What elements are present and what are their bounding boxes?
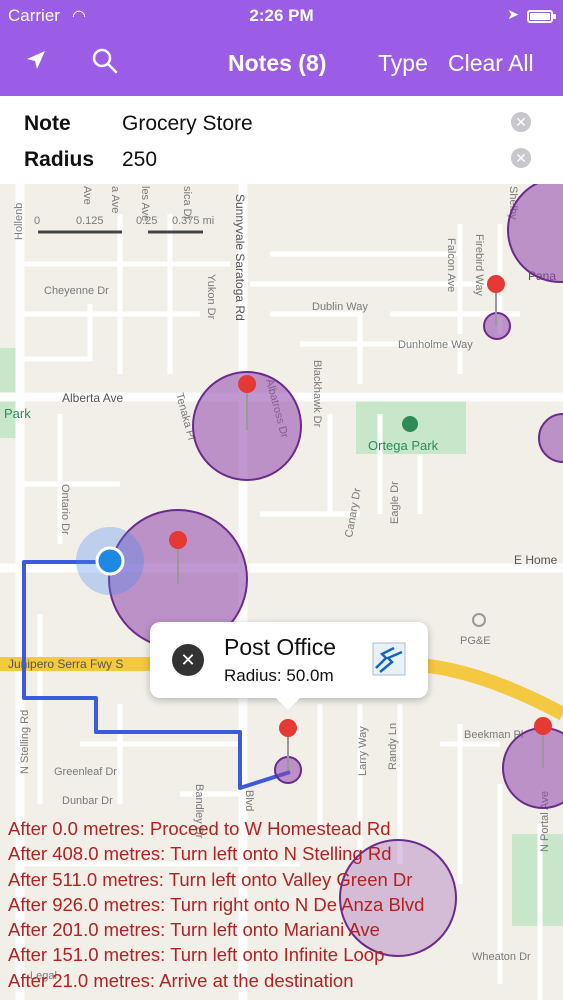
type-button[interactable]: Type — [378, 50, 428, 77]
radius-label: Radius — [24, 148, 95, 171]
street-label: Blackhawk Dr — [311, 360, 323, 428]
street-label: Cheyenne Dr — [44, 285, 109, 297]
geofence-circle[interactable] — [538, 413, 563, 463]
street-label: Firebird Way — [473, 234, 485, 296]
radius-row: Radius ✕ — [0, 140, 563, 178]
street-label: Greenleaf Dr — [54, 766, 117, 778]
callout-subtitle: Radius: 50.0m — [224, 666, 334, 685]
map-view[interactable]: 0 0.125 0.25 0.375 mi Hollenb Cheyenne D… — [0, 184, 563, 1000]
street-label: E Home — [514, 553, 558, 567]
street-label: Hollenb — [13, 203, 25, 240]
clear-all-button[interactable]: Clear All — [448, 50, 534, 77]
location-arrow-icon: ➤ — [507, 6, 519, 22]
street-label: Dunholme Way — [398, 339, 473, 351]
directions-button[interactable] — [372, 642, 406, 676]
direction-step: After 408.0 metres: Turn left onto N Ste… — [8, 843, 392, 865]
street-label: Ave — [81, 186, 93, 205]
note-form: Note ✕ Radius ✕ — [0, 96, 563, 184]
top-bar: Carrier ◠ 2:26 PM ➤ Notes (8) Type Clear… — [0, 0, 563, 96]
note-row: Note ✕ — [0, 104, 563, 142]
direction-step: After 201.0 metres: Turn left onto Maria… — [8, 919, 380, 941]
remove-note-button[interactable]: ✕ — [172, 644, 204, 676]
street-label: Yukon Dr — [205, 274, 217, 320]
park-label: Ortega Park — [368, 438, 439, 453]
poi-icon — [472, 613, 486, 627]
street-label: Larry Way — [357, 726, 369, 776]
close-icon: ✕ — [515, 114, 527, 130]
navigation-bar: Notes (8) Type Clear All — [0, 32, 563, 96]
directions-list: After 0.0 metres: Proceed to W Homestead… — [8, 816, 548, 993]
direction-step: After 21.0 metres: Arrive at the destina… — [8, 969, 354, 991]
street-label: Eagle Dr — [389, 481, 401, 524]
status-time: 2:26 PM — [249, 6, 314, 25]
clear-radius-button[interactable]: ✕ — [511, 148, 531, 168]
park-icon — [402, 416, 418, 432]
park-label: Park — [4, 406, 31, 421]
street-label: Ontario Dr — [59, 484, 71, 535]
street-label: PG&E — [460, 635, 491, 647]
note-input[interactable] — [122, 110, 482, 138]
battery-icon — [527, 10, 556, 23]
direction-step: After 0.0 metres: Proceed to W Homestead… — [8, 818, 391, 839]
radius-input[interactable] — [122, 146, 482, 174]
street-label: a Ave — [109, 186, 121, 213]
street-label: Blvd — [243, 790, 255, 811]
street-label: sica Dr — [181, 186, 193, 221]
pin-callout[interactable]: ✕ Post Office Radius: 50.0m — [150, 622, 428, 710]
street-label: Falcon Ave — [445, 238, 457, 292]
street-label: Randy Ln — [387, 723, 399, 770]
direction-step: After 926.0 metres: Turn right onto N De… — [8, 893, 425, 915]
current-location-icon — [76, 527, 144, 595]
callout-title: Post Office — [224, 634, 337, 660]
direction-step: After 511.0 metres: Turn left onto Valle… — [8, 868, 413, 890]
nav-title: Notes (8) — [228, 50, 327, 76]
street-label: Dublin Way — [312, 301, 368, 313]
close-icon: ✕ — [180, 650, 196, 670]
directions-icon — [372, 642, 406, 676]
locate-me-button[interactable] — [24, 48, 48, 78]
search-icon — [92, 48, 118, 74]
street-label: Alberta Ave — [62, 391, 123, 405]
close-icon: ✕ — [515, 150, 527, 166]
location-arrow-icon — [27, 51, 45, 69]
street-label: Sunnyvale Saratoga Rd — [233, 194, 247, 321]
street-label: Dunbar Dr — [62, 795, 113, 807]
search-button[interactable] — [90, 46, 120, 82]
clear-note-button[interactable]: ✕ — [511, 112, 531, 132]
status-bar: Carrier ◠ 2:26 PM ➤ — [0, 0, 563, 32]
street-label: N Stelling Rd — [19, 710, 31, 774]
note-label: Note — [24, 112, 71, 135]
direction-step: After 151.0 metres: Turn left onto Infin… — [8, 944, 385, 966]
scale-tick: 0 — [34, 215, 40, 227]
street-label: les Ave — [139, 186, 151, 221]
scale-tick: 0.125 — [76, 215, 104, 227]
